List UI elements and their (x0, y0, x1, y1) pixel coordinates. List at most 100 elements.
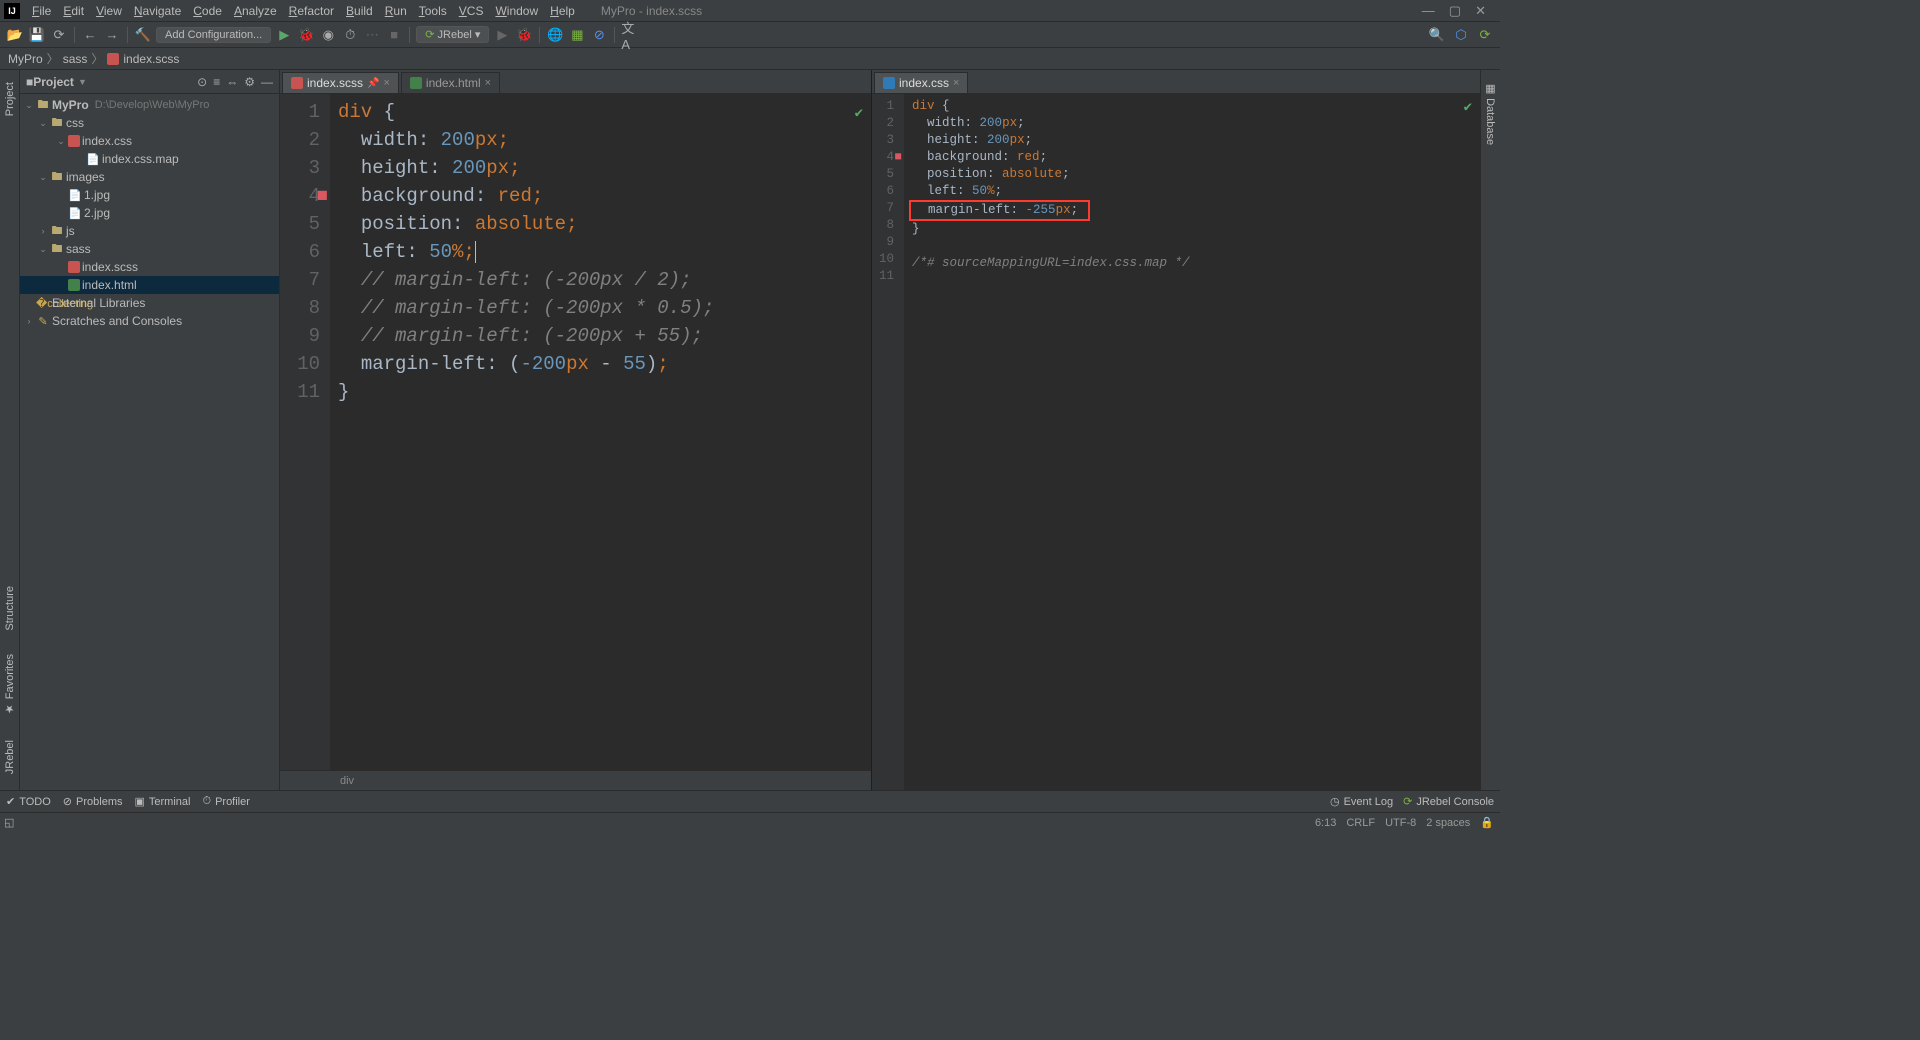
translate-icon[interactable]: 文A (621, 26, 639, 44)
toolbar: 📂 💾 ⟳ ← → 🔨 Add Configuration... ▶ 🐞 ◉ ⏱… (0, 22, 1500, 48)
terminal-tool[interactable]: ▣ Terminal (134, 795, 190, 808)
build-icon[interactable]: 🔨 (134, 26, 152, 44)
problems-tool[interactable]: ⊘ Problems (63, 795, 123, 808)
jr-run-icon[interactable]: ▶ (493, 26, 511, 44)
collapse-all-icon[interactable]: ⇔ (226, 75, 238, 89)
tree-node[interactable]: ⌄🖿css (20, 114, 279, 132)
expand-all-icon[interactable]: ≡ (213, 75, 220, 89)
search-icon[interactable]: 🔍 (1428, 26, 1446, 44)
inspection-ok-icon[interactable]: ✔ (1464, 100, 1472, 117)
minimize-button[interactable]: — (1422, 3, 1435, 19)
select-opened-icon[interactable]: ⊙ (197, 75, 207, 89)
tool-windows-toggle-icon[interactable]: ◱ (4, 816, 14, 829)
menu-window[interactable]: Window (489, 2, 544, 20)
editor-tab[interactable]: index.scss📌× (282, 72, 399, 93)
database-tool-tab[interactable]: ▦ Database (1482, 74, 1499, 153)
menu-view[interactable]: View (90, 2, 128, 20)
caret-position[interactable]: 6:13 (1315, 817, 1336, 829)
menu-navigate[interactable]: Navigate (128, 2, 187, 20)
coverage-icon[interactable]: ◉ (319, 26, 337, 44)
tree-node[interactable]: �collectingExternal Libraries (20, 294, 279, 312)
menu-code[interactable]: Code (187, 2, 228, 20)
status-bar: ◱ 6:13 CRLF UTF-8 2 spaces 🔒 (0, 812, 1500, 832)
tree-node[interactable]: ⌄🖿images (20, 168, 279, 186)
debug-icon[interactable]: 🐞 (297, 26, 315, 44)
jr-debug-icon[interactable]: 🐞 (515, 26, 533, 44)
gutter-left[interactable]: 1234567891011 (280, 94, 330, 770)
ide-logo: IJ (4, 3, 20, 19)
menu-refactor[interactable]: Refactor (283, 2, 340, 20)
tree-node[interactable]: index.scss (20, 258, 279, 276)
project-sidebar: ■ Project ▼ ⊙ ≡ ⇔ ⚙ — ⌄🖿MyProD:\Develop\… (20, 70, 280, 790)
project-tree[interactable]: ⌄🖿MyProD:\Develop\Web\MyPro⌄🖿css⌄index.c… (20, 94, 279, 790)
main-menu: IJ FileEditViewNavigateCodeAnalyzeRefact… (0, 0, 1500, 22)
editor-tab[interactable]: index.css× (874, 72, 968, 93)
profile-icon[interactable]: ⏱ (341, 26, 359, 44)
breadcrumb-item[interactable]: MyPro (8, 52, 43, 66)
jr-panel-icon[interactable]: ▦ (568, 26, 586, 44)
inspection-ok-icon[interactable]: ✔ (855, 100, 863, 128)
maximize-button[interactable]: ▢ (1449, 3, 1461, 19)
tree-node[interactable]: ⌄🖿MyProD:\Develop\Web\MyPro (20, 96, 279, 114)
code-editor-right[interactable]: 1234567891011 div { width: 200px; height… (872, 94, 1480, 790)
editor-left: index.scss📌×index.html× 1234567891011 di… (280, 70, 872, 790)
inspect-icon[interactable]: ⊘ (590, 26, 608, 44)
menu-build[interactable]: Build (340, 2, 379, 20)
tree-node[interactable]: 📄2.jpg (20, 204, 279, 222)
project-tool-tab[interactable]: Project (2, 74, 18, 124)
readonly-icon[interactable]: 🔒 (1480, 816, 1494, 829)
stop-icon[interactable]: ■ (385, 26, 403, 44)
forward-icon[interactable]: → (103, 26, 121, 44)
tree-node[interactable]: ›✎Scratches and Consoles (20, 312, 279, 330)
tree-node[interactable]: 📄1.jpg (20, 186, 279, 204)
menu-help[interactable]: Help (544, 2, 581, 20)
event-log-tool[interactable]: ◷ Event Log (1330, 795, 1393, 808)
line-ending[interactable]: CRLF (1346, 817, 1375, 829)
sync-icon[interactable]: ⟳ (50, 26, 68, 44)
tree-node[interactable]: index.html (20, 276, 279, 294)
breadcrumb: MyPro 〉 sass 〉 index.scss (0, 48, 1500, 70)
menu-analyze[interactable]: Analyze (228, 2, 283, 20)
jrebel-tool-tab[interactable]: JRebel (2, 732, 18, 782)
globe-icon[interactable]: 🌐 (546, 26, 564, 44)
tree-node[interactable]: ⌄index.css (20, 132, 279, 150)
open-icon[interactable]: 📂 (6, 26, 24, 44)
indent[interactable]: 2 spaces (1426, 817, 1470, 829)
run-icon[interactable]: ▶ (275, 26, 293, 44)
editor-tabs-left: index.scss📌×index.html× (280, 70, 871, 94)
todo-tool[interactable]: ✔ TODO (6, 795, 51, 808)
settings-icon[interactable]: ⚙ (244, 75, 255, 89)
structure-tool-tab[interactable]: Structure (2, 578, 18, 639)
sidebar-title[interactable]: Project (33, 75, 74, 89)
save-icon[interactable]: 💾 (28, 26, 46, 44)
favorites-tool-tab[interactable]: ★ Favorites (1, 646, 18, 723)
attach-icon[interactable]: ⋯ (363, 26, 381, 44)
run-config-dropdown[interactable]: Add Configuration... (156, 27, 271, 43)
window-controls: — ▢ ✕ (1422, 3, 1496, 19)
breadcrumb-context[interactable]: div (280, 770, 871, 790)
editor-tab[interactable]: index.html× (401, 72, 500, 93)
bottom-toolbar: ✔ TODO ⊘ Problems ▣ Terminal ⏱ Profiler … (0, 790, 1500, 812)
jrebel-console-tool[interactable]: ⟳ JRebel Console (1403, 795, 1494, 808)
gutter-right[interactable]: 1234567891011 (872, 94, 904, 790)
jr-status-icon[interactable]: ⟳ (1476, 26, 1494, 44)
breadcrumb-item[interactable]: index.scss (123, 52, 179, 66)
hide-icon[interactable]: — (261, 75, 273, 89)
window-title: MyPro - index.scss (601, 4, 702, 18)
code-editor-left[interactable]: 1234567891011 div { width: 200px; height… (280, 94, 871, 770)
tree-node[interactable]: ›🖿js (20, 222, 279, 240)
breadcrumb-item[interactable]: sass (63, 52, 88, 66)
close-button[interactable]: ✕ (1475, 3, 1486, 19)
updates-icon[interactable]: ⬡ (1452, 26, 1470, 44)
menu-vcs[interactable]: VCS (453, 2, 490, 20)
profiler-tool[interactable]: ⏱ Profiler (202, 795, 249, 808)
jrebel-dropdown[interactable]: ⟳ JRebel ▾ (416, 26, 489, 43)
menu-run[interactable]: Run (379, 2, 413, 20)
encoding[interactable]: UTF-8 (1385, 817, 1416, 829)
menu-edit[interactable]: Edit (57, 2, 90, 20)
tree-node[interactable]: ⌄🖿sass (20, 240, 279, 258)
menu-file[interactable]: File (26, 2, 57, 20)
menu-tools[interactable]: Tools (413, 2, 453, 20)
back-icon[interactable]: ← (81, 26, 99, 44)
tree-node[interactable]: 📄index.css.map (20, 150, 279, 168)
